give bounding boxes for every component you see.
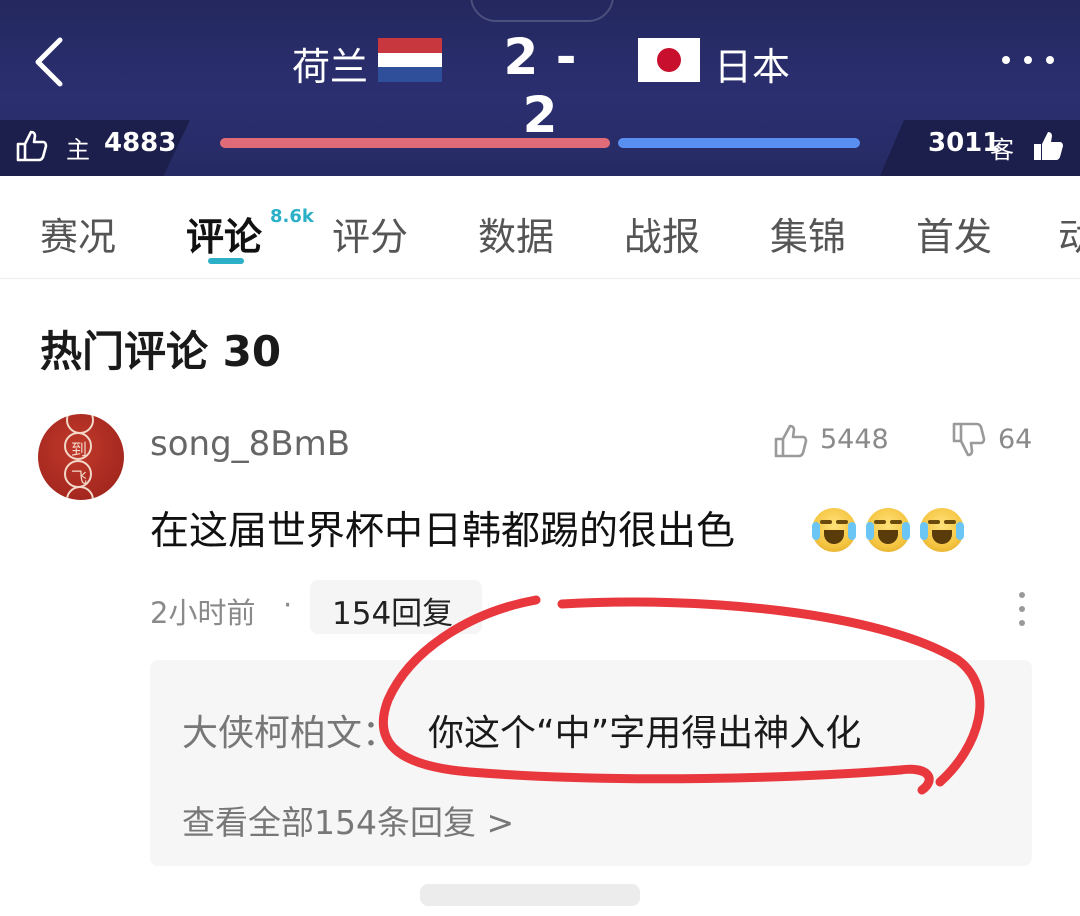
comment-count-badge: 8.6k	[270, 206, 314, 227]
divider	[0, 278, 1080, 279]
comment-username[interactable]: song_8BmB	[150, 424, 350, 464]
tab-lineup[interactable]: 首发	[916, 206, 992, 261]
away-label: 客	[990, 136, 1014, 164]
section-title: 热门评论 30	[40, 327, 282, 376]
dislike-count: 64	[998, 424, 1033, 455]
tab-comments[interactable]: 评论	[186, 206, 262, 261]
away-team-name: 日本	[714, 45, 791, 89]
comment-text: 在这届世界杯中日韩都踢的很出色	[150, 509, 736, 554]
chevron-left-icon	[35, 37, 63, 87]
bottom-edge-placeholder	[420, 884, 640, 906]
like-count: 5448	[820, 424, 889, 455]
crying-laugh-emoji-icon	[812, 508, 856, 552]
tab-bar: 赛况 评论 8.6k 评分 数据 战报 集锦 首发 动	[0, 176, 1080, 278]
japan-flag-icon	[638, 38, 700, 82]
match-score: 2 - 2	[503, 28, 577, 144]
back-button[interactable]	[28, 36, 72, 88]
tab-highlights[interactable]: 集锦	[770, 206, 846, 261]
tab-report[interactable]: 战报	[624, 206, 700, 261]
more-dots-icon	[1002, 56, 1010, 64]
meta-separator: ·	[283, 588, 293, 622]
home-vote-count: 4883	[104, 128, 177, 158]
thumbs-up-icon[interactable]	[14, 128, 50, 164]
tab-more[interactable]: 动	[1058, 206, 1080, 261]
header-pill	[470, 0, 614, 22]
reply-count-button[interactable]: 154回复	[310, 580, 482, 634]
like-icon[interactable]	[772, 422, 810, 460]
tab-live[interactable]: 赛况	[40, 206, 116, 261]
kebab-menu-icon[interactable]	[1016, 592, 1028, 626]
tab-stats[interactable]: 数据	[478, 206, 554, 261]
avatar-char: 到	[71, 440, 88, 459]
reply-author[interactable]: 大侠柯柏文：	[182, 704, 398, 756]
crying-laugh-emoji-icon	[866, 508, 910, 552]
home-label: 主	[66, 136, 90, 164]
home-team-name: 荷兰	[292, 45, 369, 89]
more-button[interactable]	[996, 48, 1060, 72]
netherlands-flag-icon	[378, 38, 442, 82]
dislike-icon[interactable]	[950, 420, 990, 460]
reply-text: 你这个“中”字用得出神入化	[428, 713, 862, 754]
match-header: 荷兰 2 - 2 日本 主 4883 3011 客	[0, 0, 1080, 176]
crying-laugh-emoji-icon	[920, 508, 964, 552]
tab-ratings[interactable]: 评分	[332, 206, 408, 261]
comment-time: 2小时前	[150, 596, 256, 630]
avatar[interactable]: 到 飞	[38, 414, 124, 500]
home-vote-bar	[220, 138, 610, 148]
thumbs-up-filled-icon[interactable]	[1030, 128, 1066, 164]
active-tab-indicator	[208, 258, 244, 264]
reply-count-label: 154回复	[332, 596, 454, 632]
avatar-char: 飞	[71, 468, 88, 487]
away-vote-bar	[618, 138, 860, 148]
view-all-replies-link[interactable]: 查看全部154条回复 >	[182, 796, 514, 844]
